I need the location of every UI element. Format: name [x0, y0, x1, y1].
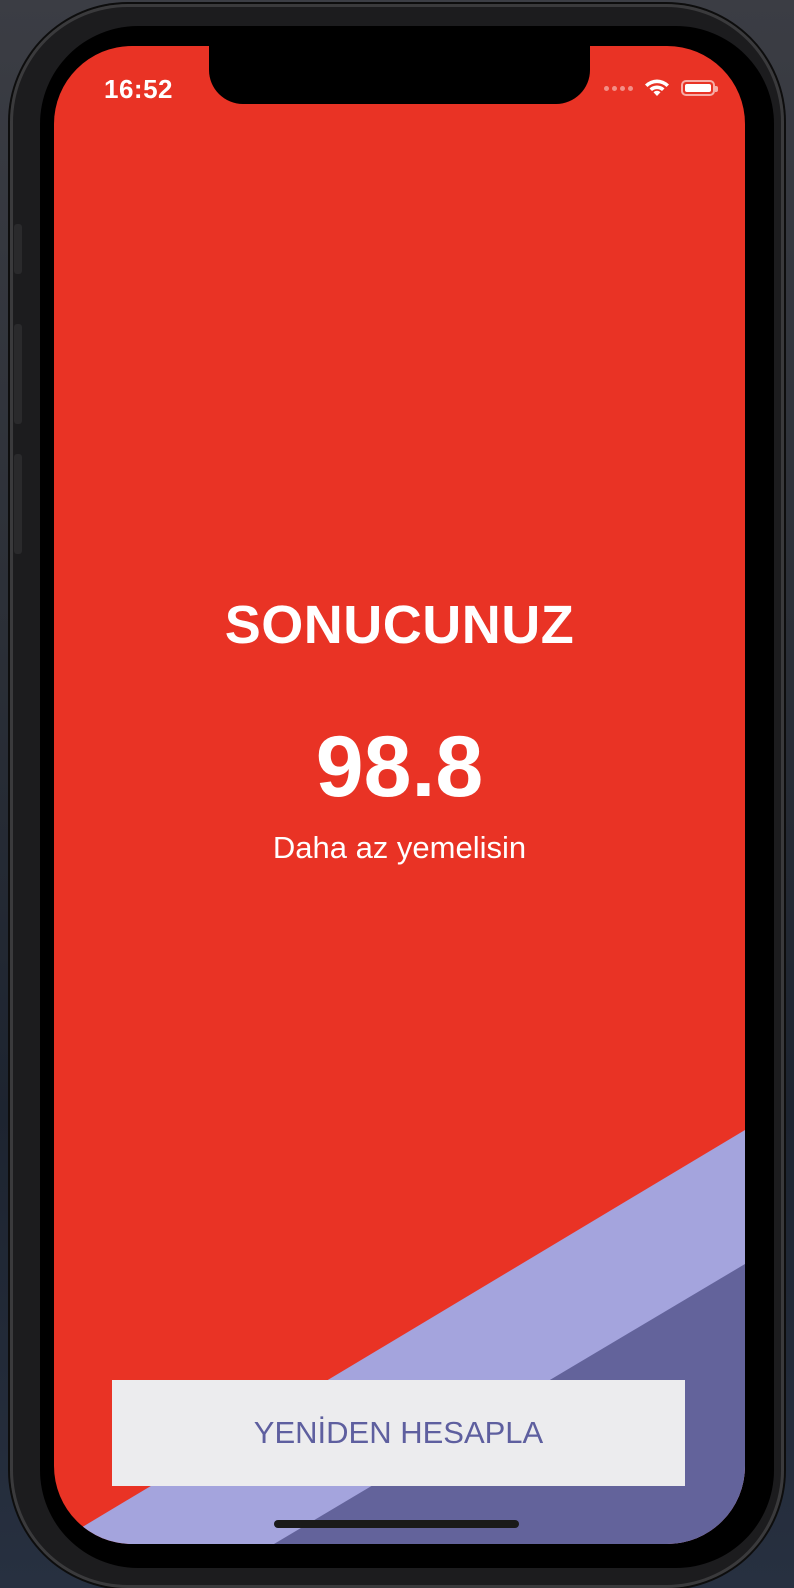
screen-notch — [209, 46, 590, 104]
result-value: 98.8 — [315, 719, 484, 815]
wifi-icon — [645, 79, 669, 96]
status-time: 16:52 — [104, 74, 173, 104]
status-icons — [604, 78, 718, 98]
result-message: Daha az yemelisin — [272, 830, 527, 865]
result-title: SONUCUNUZ — [224, 595, 575, 655]
home-indicator[interactable] — [274, 1520, 519, 1528]
recalculate-button[interactable]: YENİDEN HESAPLA — [112, 1380, 685, 1486]
battery-icon — [681, 80, 718, 96]
signal-dots-icon — [604, 85, 633, 91]
app-screen: 16:52 SONUCUNUZ 98.8 Daha az yemelisin Y… — [54, 46, 745, 1544]
volume-up-button — [14, 324, 22, 424]
mute-switch — [14, 224, 22, 274]
volume-down-button — [14, 454, 22, 554]
